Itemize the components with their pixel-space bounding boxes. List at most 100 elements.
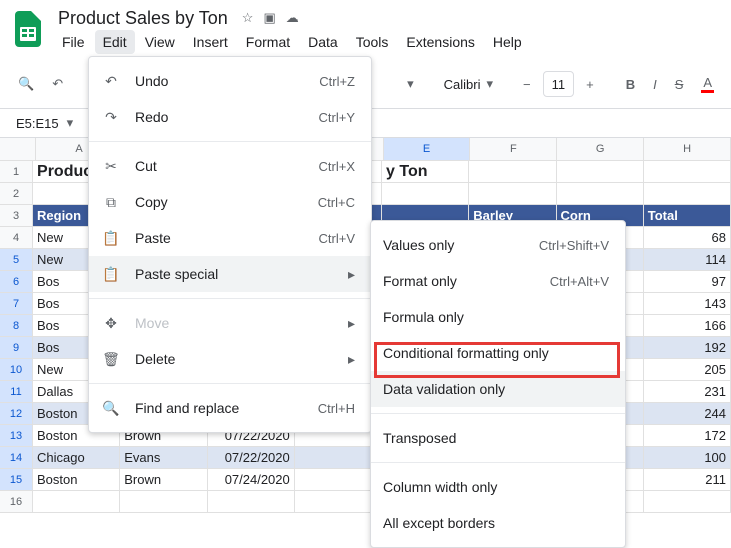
star-icon[interactable]: ☆ (242, 10, 254, 26)
cell[interactable] (382, 183, 469, 204)
cell[interactable]: 07/24/2020 (208, 469, 295, 490)
menu-file[interactable]: File (54, 30, 93, 54)
sheets-logo-icon[interactable] (12, 8, 44, 50)
cell[interactable]: 192 (644, 337, 731, 358)
chevron-down-icon[interactable]: ▾ (401, 72, 420, 96)
menu-help[interactable]: Help (485, 30, 530, 54)
cell[interactable]: 244 (644, 403, 731, 424)
row-header[interactable]: 9 (0, 337, 33, 358)
cell[interactable] (644, 491, 731, 512)
doc-title[interactable]: Product Sales by Ton (54, 6, 232, 31)
menu-paste-special[interactable]: 📋Paste special▸ (89, 256, 371, 292)
select-all-cell[interactable] (0, 138, 36, 160)
menu-extensions[interactable]: Extensions (398, 30, 482, 54)
cell[interactable] (469, 161, 556, 182)
cell[interactable]: Boston (33, 469, 120, 490)
row-header[interactable]: 7 (0, 293, 33, 314)
menu-insert[interactable]: Insert (185, 30, 236, 54)
fill-color-button[interactable]: ◧ (726, 72, 731, 96)
cell[interactable] (120, 491, 207, 512)
row-header[interactable]: 6 (0, 271, 33, 292)
cell[interactable]: Total (644, 205, 731, 226)
cell[interactable]: Chicago (33, 447, 120, 468)
cell[interactable]: 205 (644, 359, 731, 380)
submenu-formula-only[interactable]: Formula only (371, 299, 625, 335)
cell[interactable]: 68 (644, 227, 731, 248)
row-header[interactable]: 11 (0, 381, 33, 402)
submenu-values-only[interactable]: Values onlyCtrl+Shift+V (371, 227, 625, 263)
menu-view[interactable]: View (137, 30, 183, 54)
cell[interactable]: 211 (644, 469, 731, 490)
cell[interactable]: 114 (644, 249, 731, 270)
cloud-status-icon[interactable]: ☁ (286, 10, 299, 26)
row-header[interactable]: 16 (0, 491, 33, 512)
cell[interactable] (557, 161, 644, 182)
cell[interactable]: y Ton (382, 161, 469, 182)
col-header[interactable]: E (384, 138, 471, 160)
row-header[interactable]: 10 (0, 359, 33, 380)
cell[interactable] (644, 183, 731, 204)
font-size-decrease[interactable]: − (517, 73, 537, 96)
menu-paste[interactable]: 📋PasteCtrl+V (89, 220, 371, 256)
menu-tools[interactable]: Tools (348, 30, 397, 54)
cell[interactable]: 100 (644, 447, 731, 468)
submenu-format-only[interactable]: Format onlyCtrl+Alt+V (371, 263, 625, 299)
col-header[interactable]: F (470, 138, 557, 160)
menu-edit[interactable]: Edit (95, 30, 135, 54)
strikethrough-button[interactable]: S (669, 73, 690, 96)
menu-redo[interactable]: ↷RedoCtrl+Y (89, 99, 371, 135)
row-header[interactable]: 2 (0, 183, 33, 204)
menu-data[interactable]: Data (300, 30, 346, 54)
name-box[interactable]: E5:E15▾ (8, 113, 84, 133)
font-size-input[interactable]: 11 (543, 71, 575, 97)
menu-format[interactable]: Format (238, 30, 298, 54)
cell[interactable]: Evans (120, 447, 207, 468)
submenu-transposed[interactable]: Transposed (371, 420, 625, 456)
row-header[interactable]: 4 (0, 227, 33, 248)
cell[interactable] (33, 491, 120, 512)
menu-find-replace[interactable]: 🔍Find and replaceCtrl+H (89, 390, 371, 426)
font-family-select[interactable]: Calibri▾ (440, 76, 497, 92)
menu-copy[interactable]: ⧉CopyCtrl+C (89, 184, 371, 220)
text-color-button[interactable]: A (695, 71, 720, 97)
cell[interactable] (557, 183, 644, 204)
row-header[interactable]: 1 (0, 161, 33, 182)
cell[interactable] (469, 183, 556, 204)
row-header[interactable]: 3 (0, 205, 33, 226)
menu-delete[interactable]: 🗑Delete▸ (89, 341, 371, 377)
submenu-conditional-formatting[interactable]: Conditional formatting only (371, 335, 625, 371)
undo-icon[interactable]: ↶ (46, 72, 69, 96)
row-header[interactable]: 14 (0, 447, 33, 468)
cell[interactable]: 166 (644, 315, 731, 336)
row-header[interactable]: 8 (0, 315, 33, 336)
menu-undo[interactable]: ↶UndoCtrl+Z (89, 63, 371, 99)
cell[interactable]: Brown (120, 469, 207, 490)
cell[interactable]: 231 (644, 381, 731, 402)
menu-cut[interactable]: ✂CutCtrl+X (89, 148, 371, 184)
search-menus-icon[interactable]: 🔍 (12, 72, 40, 96)
row-header[interactable]: 12 (0, 403, 33, 424)
cell[interactable]: 143 (644, 293, 731, 314)
cell[interactable] (295, 491, 382, 512)
row-header[interactable]: 15 (0, 469, 33, 490)
row-header[interactable]: 13 (0, 425, 33, 446)
paste-icon: 📋 (101, 230, 121, 247)
cell[interactable] (295, 447, 382, 468)
col-header[interactable]: G (557, 138, 644, 160)
cell[interactable] (208, 491, 295, 512)
row-header[interactable]: 5 (0, 249, 33, 270)
cell[interactable]: 07/22/2020 (208, 447, 295, 468)
italic-button[interactable]: I (647, 73, 663, 96)
cell[interactable]: 172 (644, 425, 731, 446)
move-folder-icon[interactable]: ▣ (263, 10, 275, 26)
cell[interactable]: 97 (644, 271, 731, 292)
copy-icon: ⧉ (101, 194, 121, 211)
submenu-data-validation[interactable]: Data validation only (371, 371, 625, 407)
cell[interactable] (644, 161, 731, 182)
submenu-all-except-borders[interactable]: All except borders (371, 505, 625, 541)
bold-button[interactable]: B (620, 73, 641, 96)
col-header[interactable]: H (644, 138, 731, 160)
cell[interactable] (295, 469, 382, 490)
chevron-right-icon: ▸ (348, 351, 355, 368)
font-size-increase[interactable]: + (580, 73, 600, 96)
